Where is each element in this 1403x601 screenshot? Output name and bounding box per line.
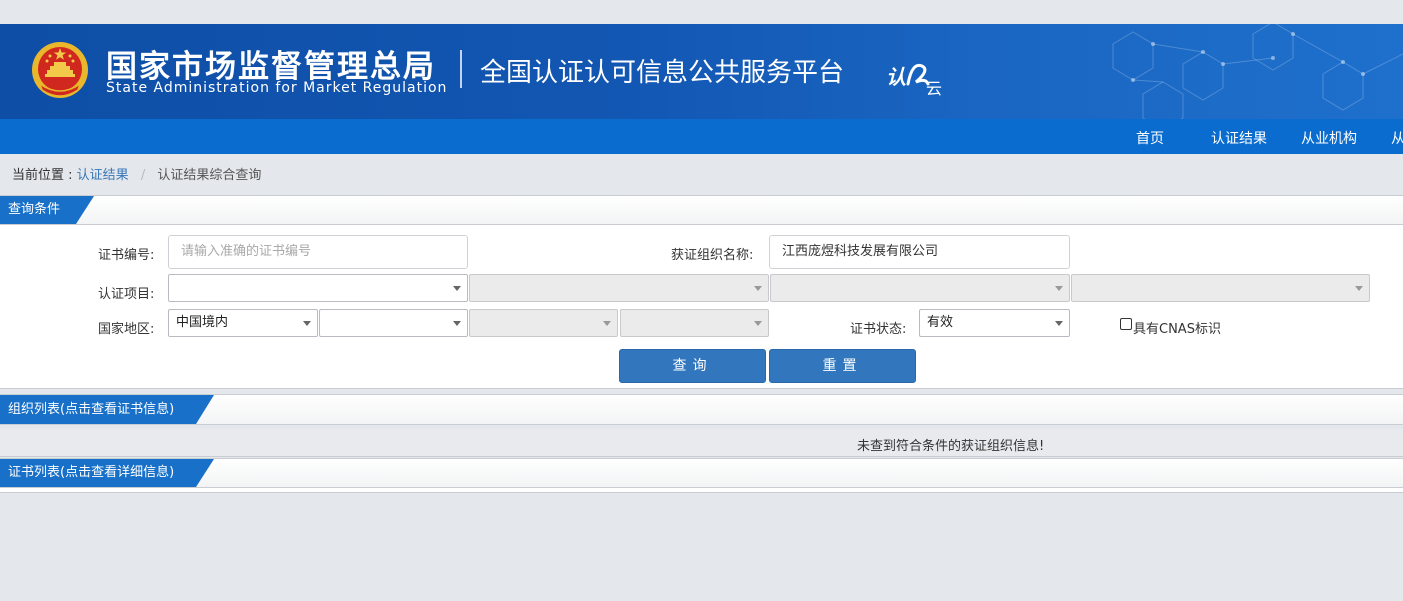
breadcrumb: 当前位置 : 认证结果 / 认证结果综合查询 (12, 164, 261, 183)
cert-item-select-1[interactable] (168, 274, 468, 302)
region-label: 国家地区: (98, 322, 155, 337)
chevron-down-icon (453, 286, 461, 291)
svg-text:云: 云 (926, 79, 942, 98)
chevron-down-icon (603, 321, 611, 326)
cert-list-title: 证书列表(点击查看详细信息) (0, 459, 214, 487)
org-list-title: 组织列表(点击查看证书信息) (0, 395, 214, 424)
breadcrumb-link-cert-results[interactable]: 认证结果 (77, 168, 129, 183)
chevron-down-icon (303, 321, 311, 326)
query-panel-header: 查询条件 (0, 195, 1403, 225)
region-select-district[interactable] (620, 309, 769, 337)
cnas-checkbox[interactable] (1120, 318, 1132, 330)
breadcrumb-label: 当前位置 : (12, 168, 73, 183)
region-select-province[interactable] (319, 309, 468, 337)
cert-item-label: 认证项目: (98, 287, 155, 302)
status-label: 证书状态: (850, 322, 907, 337)
chevron-down-icon (754, 321, 762, 326)
hexagon-network-decoration (1112, 24, 1403, 119)
org-list-empty-message: 未查到符合条件的获证组织信息! (857, 439, 1045, 454)
platform-title: 全国认证认可信息公共服务平台 (480, 58, 845, 88)
chevron-down-icon (1055, 321, 1063, 326)
banner-divider (460, 50, 462, 88)
cloud-logo-icon: 认 云 (886, 63, 942, 98)
cert-item-select-4[interactable] (1071, 274, 1370, 302)
breadcrumb-separator: / (140, 168, 146, 183)
chevron-down-icon (1055, 286, 1063, 291)
cert-item-select-3[interactable] (770, 274, 1070, 302)
cert-item-select-2[interactable] (469, 274, 769, 302)
chevron-down-icon (754, 286, 762, 291)
nav-item-cert-results[interactable]: 认证结果 (1211, 128, 1267, 148)
agency-name-en: State Administration for Market Regulati… (106, 80, 448, 96)
chevron-down-icon (453, 321, 461, 326)
cert-no-input[interactable]: 请输入准确的证书编号 (168, 235, 468, 269)
chevron-down-icon (1355, 286, 1363, 291)
cert-list-body (0, 488, 1403, 493)
cnas-checkbox-label[interactable]: 具有CNAS标识 (1133, 318, 1221, 337)
nav-item-practitioner-orgs[interactable]: 从业机构 (1301, 128, 1357, 148)
cert-list-header: 证书列表(点击查看详细信息) (0, 458, 1403, 488)
search-button[interactable]: 查询 (619, 349, 766, 383)
cert-no-label: 证书编号: (98, 248, 155, 263)
nav-item-truncated[interactable]: 从 (1391, 128, 1403, 148)
main-navbar: 首页 认证结果 从业机构 从 (0, 119, 1403, 154)
org-list-empty-row: 未查到符合条件的获证组织信息! (0, 429, 1403, 457)
region-select-city[interactable] (469, 309, 618, 337)
nav-item-home[interactable]: 首页 (1136, 128, 1164, 148)
site-banner: 国家市场监督管理总局 State Administration for Mark… (0, 24, 1403, 119)
org-list-header: 组织列表(点击查看证书信息) (0, 394, 1403, 425)
svg-text:认: 认 (886, 65, 906, 89)
org-name-label: 获证组织名称: (671, 248, 754, 263)
query-panel-title: 查询条件 (0, 196, 94, 224)
status-select[interactable]: 有效 (919, 309, 1070, 337)
breadcrumb-current: 认证结果综合查询 (157, 168, 262, 183)
national-emblem-icon (32, 42, 88, 98)
region-select-country[interactable]: 中国境内 (168, 309, 318, 337)
top-strip (0, 0, 1403, 24)
reset-button[interactable]: 重置 (769, 349, 916, 383)
org-name-input[interactable]: 江西庞煜科技发展有限公司 (769, 235, 1070, 269)
region-select-value: 中国境内 (176, 315, 229, 330)
status-select-value: 有效 (927, 315, 954, 330)
